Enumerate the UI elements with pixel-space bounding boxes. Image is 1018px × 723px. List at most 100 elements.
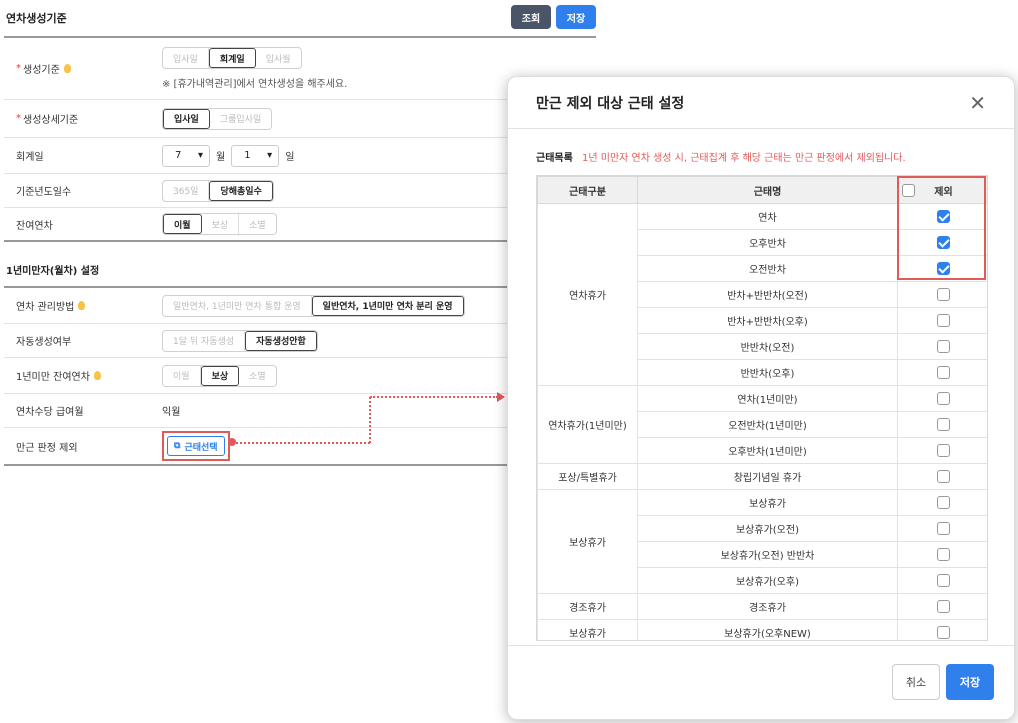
option-no-auto[interactable]: 자동생성안함 bbox=[245, 330, 317, 351]
modal-footer: 취소 저장 bbox=[508, 645, 1014, 719]
option-auto-generate[interactable]: 1달 뒤 자동생성 bbox=[163, 330, 246, 351]
row-label: 기준년도일수 bbox=[16, 187, 72, 198]
option-separated[interactable]: 일반연차, 1년미만 연차 분리 운영 bbox=[311, 295, 464, 316]
category-cell: 포상/특별휴가 bbox=[537, 463, 638, 490]
chevron-down-icon: ▾ bbox=[197, 150, 203, 161]
option-group-hire-date[interactable]: 그룹입사일 bbox=[210, 109, 271, 129]
exclude-cell bbox=[897, 281, 987, 308]
option-365[interactable]: 365일 bbox=[163, 180, 210, 201]
row-label: 1년미만 잔여연차 bbox=[16, 372, 90, 383]
option-hire-month[interactable]: 입사월 bbox=[256, 48, 301, 68]
method-segment[interactable]: 일반연차, 1년미만 연차 통합 운영 일반연차, 1년미만 연차 분리 운영 bbox=[162, 294, 465, 317]
warning-text: 1년 미만자 연차 생성 시, 근태집계 후 해당 근태는 만근 판정에서 제외… bbox=[582, 153, 906, 164]
exclude-checkbox[interactable] bbox=[937, 392, 950, 405]
month-select[interactable]: 7 ▾ bbox=[162, 144, 210, 167]
exclude-checkbox[interactable] bbox=[937, 366, 950, 379]
table-row: 보상휴가 보상휴가 bbox=[537, 489, 987, 594]
highlight-frame bbox=[897, 176, 986, 280]
attendance-name-cell: 오전반차(1년미만) bbox=[637, 411, 898, 438]
detail-segment[interactable]: 입사일 그룹입사일 bbox=[162, 107, 273, 130]
col-header-category: 근태구분 bbox=[537, 176, 638, 204]
attendance-name-cell: 경조휴가 bbox=[637, 593, 898, 620]
exclude-checkbox[interactable] bbox=[937, 626, 950, 639]
attendance-select-button[interactable]: ⧉ 근태선택 bbox=[167, 436, 225, 456]
modal-save-button[interactable]: 저장 bbox=[946, 664, 994, 700]
chevron-down-icon: ▾ bbox=[267, 150, 273, 161]
option-total-days[interactable]: 당해총일수 bbox=[209, 180, 273, 201]
option-hire-date[interactable]: 입사일 bbox=[163, 108, 210, 129]
attendance-name-cell: 창립기념일 휴가 bbox=[637, 463, 898, 490]
exclude-cell bbox=[897, 567, 987, 594]
exclude-cell bbox=[897, 411, 987, 438]
search-button[interactable]: 조회 bbox=[511, 5, 551, 29]
remaining-segment[interactable]: 이월 보상 소멸 bbox=[162, 213, 277, 235]
exclude-checkbox[interactable] bbox=[937, 340, 950, 353]
option-expire[interactable]: 소멸 bbox=[239, 214, 276, 234]
exclude-checkbox[interactable] bbox=[937, 444, 950, 457]
attendance-name-cell: 오후반차(1년미만) bbox=[637, 437, 898, 464]
exclude-checkbox[interactable] bbox=[937, 470, 950, 483]
row-label: 연차수당 급여월 bbox=[16, 407, 84, 418]
exclude-checkbox[interactable] bbox=[937, 496, 950, 509]
exclude-checkbox[interactable] bbox=[937, 600, 950, 613]
lightbulb-icon bbox=[93, 371, 101, 380]
connector-dot bbox=[228, 438, 236, 446]
option-carryover[interactable]: 이월 bbox=[163, 365, 201, 386]
list-title: 근태목록 bbox=[536, 153, 573, 164]
option-fiscal-date[interactable]: 회계일 bbox=[208, 48, 256, 68]
lightbulb-icon bbox=[78, 301, 86, 310]
attendance-name-cell: 반차+반반차(오전) bbox=[637, 281, 898, 308]
attendance-name-cell: 반차+반반차(오후) bbox=[637, 307, 898, 334]
col-header-name: 근태명 bbox=[637, 176, 898, 204]
option-hire-date[interactable]: 입사일 bbox=[163, 48, 209, 68]
table-row: 경조휴가 경조휴가 bbox=[537, 593, 987, 620]
option-compensate[interactable]: 보상 bbox=[200, 365, 240, 386]
option-carryover[interactable]: 이월 bbox=[163, 214, 202, 234]
section-title: 1년미만자(월차) 설정 bbox=[6, 266, 100, 277]
row-label: 연차 관리방법 bbox=[16, 302, 75, 313]
arrow-icon bbox=[497, 392, 505, 402]
day-select[interactable]: 1 ▾ bbox=[231, 144, 280, 167]
row-label: 잔여연차 bbox=[16, 220, 53, 232]
exclude-cell bbox=[897, 359, 987, 386]
highlight-box: ⧉ 근태선택 bbox=[162, 431, 230, 461]
attendance-name-cell: 보상휴가 bbox=[637, 489, 898, 516]
exclude-cell bbox=[897, 515, 987, 542]
exclude-checkbox[interactable] bbox=[937, 574, 950, 587]
days-segment[interactable]: 365일 당해총일수 bbox=[162, 179, 274, 202]
attendance-name-cell: 보상휴가(오전) bbox=[637, 515, 898, 542]
exclude-checkbox[interactable] bbox=[937, 418, 950, 431]
attendance-name-cell: 오후반차 bbox=[637, 229, 898, 256]
cancel-button[interactable]: 취소 bbox=[892, 664, 940, 700]
exclude-checkbox[interactable] bbox=[937, 288, 950, 301]
connector-line bbox=[370, 396, 498, 398]
basis-segment[interactable]: 입사일 회계일 입사월 bbox=[162, 47, 302, 69]
category-cell: 연차휴가 bbox=[537, 203, 638, 386]
exclude-cell bbox=[897, 541, 987, 568]
modal-description: 근태목록 1년 미만자 연차 생성 시, 근태집계 후 해당 근태는 만근 판정… bbox=[536, 149, 906, 164]
external-link-icon: ⧉ bbox=[174, 441, 181, 451]
exclude-cell bbox=[897, 307, 987, 334]
s2-remaining-segment[interactable]: 이월 보상 소멸 bbox=[162, 364, 277, 387]
option-expire[interactable]: 소멸 bbox=[239, 366, 276, 386]
category-cell: 보상휴가 bbox=[537, 619, 638, 640]
exclude-cell bbox=[897, 489, 987, 516]
close-icon[interactable]: ✕ bbox=[969, 93, 986, 113]
exclude-checkbox[interactable] bbox=[937, 522, 950, 535]
option-integrated[interactable]: 일반연차, 1년미만 연차 통합 운영 bbox=[163, 295, 312, 316]
exclude-checkbox[interactable] bbox=[937, 314, 950, 327]
attendance-name-cell: 오전반차 bbox=[637, 255, 898, 282]
auto-segment[interactable]: 1달 뒤 자동생성 자동생성안함 bbox=[162, 329, 318, 352]
attendance-name-cell: 반반차(오후) bbox=[637, 359, 898, 386]
row-label: 만근 판정 제외 bbox=[16, 442, 78, 454]
exclude-checkbox[interactable] bbox=[937, 548, 950, 561]
exclude-cell bbox=[897, 333, 987, 360]
save-button[interactable]: 저장 bbox=[556, 5, 596, 29]
attendance-name-cell: 반반차(오전) bbox=[637, 333, 898, 360]
exclude-cell bbox=[897, 437, 987, 464]
attendance-name-cell: 보상휴가(오후NEW) bbox=[637, 619, 898, 640]
exclude-cell bbox=[897, 619, 987, 640]
option-compensate[interactable]: 보상 bbox=[202, 214, 240, 234]
connector-line bbox=[232, 442, 370, 444]
exclude-cell bbox=[897, 593, 987, 620]
